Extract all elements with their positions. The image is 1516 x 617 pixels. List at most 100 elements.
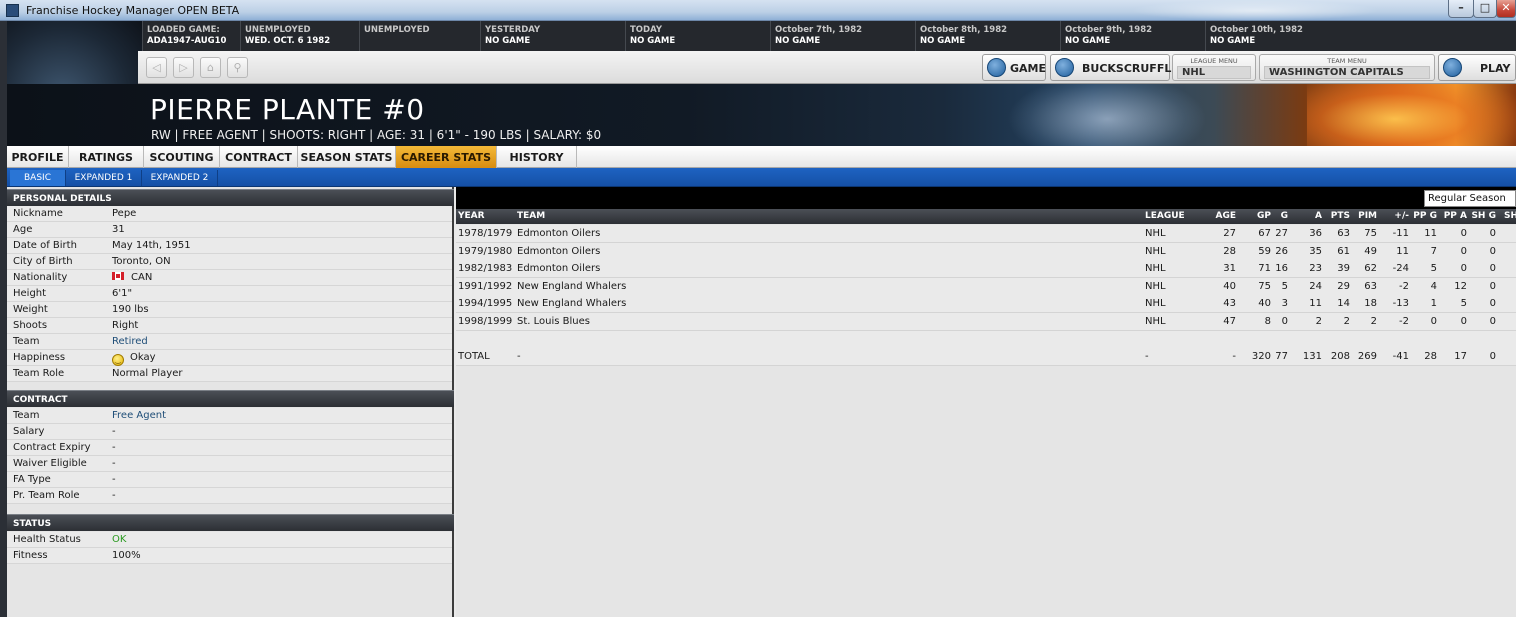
schedule-cell-label: LOADED GAME:	[147, 25, 220, 35]
schedule-cell-value: NO GAME	[485, 36, 531, 46]
column-header-g[interactable]: G	[1266, 211, 1288, 221]
schedule-cell-status[interactable]: UNEMPLOYED	[359, 21, 480, 51]
cell-team: Edmonton Oilers	[517, 228, 601, 239]
subtab-expanded-2[interactable]: EXPANDED 2	[142, 170, 218, 186]
home-button[interactable]: ⌂	[200, 57, 221, 78]
tab-ratings[interactable]: RATINGS	[69, 146, 144, 168]
minimize-button[interactable]: –	[1448, 0, 1474, 18]
forward-button[interactable]: ▷	[173, 57, 194, 78]
personal-row: Team Role Normal Player	[7, 366, 452, 382]
status-row-value-text: OK	[112, 534, 127, 545]
close-button[interactable]: ✕	[1496, 0, 1516, 18]
column-header-pim[interactable]: PIM	[1349, 211, 1377, 221]
cell-year: 1994/1995	[458, 298, 513, 310]
personal-row-label: Height	[13, 288, 47, 299]
column-header-plus-minus[interactable]: +/-	[1381, 211, 1409, 221]
column-header-pp-g[interactable]: PP G	[1412, 211, 1437, 221]
game-button[interactable]: GAME	[982, 54, 1046, 81]
column-header-age[interactable]: AGE	[1206, 211, 1236, 221]
manager-home-button[interactable]: BUCKSCRUFFLE	[1050, 54, 1179, 81]
cell-pp-a: 0	[1460, 245, 1467, 257]
season-type-dropdown[interactable]: Regular Season	[1424, 190, 1516, 207]
game-button-label: GAME	[1010, 62, 1047, 75]
minimize-icon: –	[1458, 1, 1464, 14]
cell-a: 36	[1309, 228, 1322, 239]
cell-pp-a: 0	[1460, 316, 1467, 327]
stats-row[interactable]: 1994/1995 New England Whalers NHL 43 40 3 11 14…	[456, 295, 1516, 314]
schedule-cell-oct10[interactable]: October 10th, 1982 NO GAME	[1205, 21, 1516, 51]
cell-team: Edmonton Oilers	[517, 263, 601, 275]
maximize-button[interactable]: □	[1473, 0, 1497, 18]
player-details-panel: PERSONAL DETAILS Nickname Pepe Age 31 Date o…	[7, 187, 454, 617]
personal-row-value: Right	[112, 320, 138, 331]
schedule-cell-loaded-game[interactable]: LOADED GAME: ADA1947-AUG10	[142, 21, 240, 51]
cell-league: NHL	[1145, 316, 1166, 327]
personal-row-label: Nickname	[13, 208, 63, 219]
tab-season-stats[interactable]: SEASON STATS	[298, 146, 396, 168]
status-row-value: 100%	[112, 550, 141, 561]
personal-row-value: Normal Player	[112, 368, 182, 379]
column-header-pts[interactable]: PTS	[1322, 211, 1350, 221]
tab-history[interactable]: HISTORY	[497, 146, 577, 168]
personal-row-value-text: Retired	[112, 336, 148, 347]
search-icon: ⚲	[233, 61, 242, 74]
contract-row-value[interactable]: Free Agent	[112, 410, 166, 421]
tab-scouting[interactable]: SCOUTING	[144, 146, 220, 168]
subtab-expanded-1[interactable]: EXPANDED 1	[66, 170, 142, 186]
column-header-year[interactable]: YEAR	[458, 211, 513, 221]
personal-row-label: Nationality	[13, 272, 68, 283]
personal-row: Nationality CAN	[7, 270, 452, 286]
personal-row-value-text: CAN	[131, 272, 153, 283]
player-summary: RW | FREE AGENT | SHOOTS: RIGHT | AGE: 3…	[151, 128, 602, 142]
personal-row-value: Toronto, ON	[112, 256, 171, 267]
schedule-cell-date[interactable]: UNEMPLOYED WED. OCT. 6 1982	[240, 21, 359, 51]
schedule-cell-oct8[interactable]: October 8th, 1982 NO GAME	[915, 21, 1060, 51]
schedule-cell-oct9[interactable]: October 9th, 1982 NO GAME	[1060, 21, 1205, 51]
search-button[interactable]: ⚲	[227, 57, 248, 78]
tab-career-stats[interactable]: CAREER STATS	[396, 146, 497, 168]
column-header-league[interactable]: LEAGUE	[1145, 211, 1195, 221]
schedule-cell-oct7[interactable]: October 7th, 1982 NO GAME	[770, 21, 915, 51]
stats-row[interactable]: 1978/1979 Edmonton Oilers NHL 27 67 27 36 63 75-…	[456, 225, 1516, 243]
stats-total-row[interactable]: TOTAL - - -320 77 131 208 269 -41 28 17 0	[456, 348, 1516, 367]
cell-g: 0	[1281, 316, 1288, 327]
column-header-sh-g[interactable]: SH G	[1468, 211, 1496, 221]
schedule-cell-label: YESTERDAY	[485, 25, 541, 35]
column-header-sh[interactable]: SH	[1504, 211, 1516, 221]
contract-row-label: Waiver Eligible	[13, 458, 87, 469]
column-header-team[interactable]: TEAM	[517, 211, 1117, 221]
cell-g: 26	[1275, 245, 1288, 257]
cell-plus-minus: -24	[1392, 263, 1409, 275]
team-menu[interactable]: TEAM MENU WASHINGTON CAPITALS	[1259, 54, 1435, 81]
play-button[interactable]: PLAY	[1438, 54, 1516, 81]
contract-row-value-text: -	[112, 474, 116, 485]
contract-row: Contract Expiry -	[7, 440, 452, 456]
column-header-a[interactable]: A	[1296, 211, 1322, 221]
play-button-label: PLAY	[1480, 62, 1511, 75]
status-row-label: Fitness	[13, 550, 48, 561]
cell-pts: 29	[1337, 280, 1350, 292]
subtab-basic[interactable]: BASIC	[10, 170, 66, 186]
stats-row[interactable]: 1982/1983 Edmonton Oilers NHL 31 71 16 23 39 62-…	[456, 260, 1516, 279]
schedule-cell-yesterday[interactable]: YESTERDAY NO GAME	[480, 21, 625, 51]
contract-row-value: -	[112, 474, 116, 485]
schedule-cell-label: UNEMPLOYED	[245, 25, 311, 35]
column-header-pp-a[interactable]: PP A	[1439, 211, 1467, 221]
canada-flag-icon	[112, 272, 124, 280]
stats-row[interactable]: 1979/1980 Edmonton Oilers NHL 28 59 26 35 61 49 1…	[456, 242, 1516, 261]
schedule-cell-today[interactable]: TODAY NO GAME	[625, 21, 770, 51]
tab-contract[interactable]: CONTRACT	[220, 146, 298, 168]
personal-row: Team Retired	[7, 334, 452, 350]
league-menu[interactable]: LEAGUE MENU NHL	[1172, 54, 1256, 81]
team-menu-caption: TEAM MENU	[1327, 57, 1367, 65]
personal-row-value-text: Pepe	[112, 208, 137, 219]
tab-profile[interactable]: PROFILE	[7, 146, 69, 168]
contract-row-value-text: Free Agent	[112, 410, 166, 421]
stats-row[interactable]: 1998/1999 St. Louis Blues NHL 47 8 0 2 2 2 -2 0 0 0	[456, 313, 1516, 331]
back-button[interactable]: ◁	[146, 57, 167, 78]
personal-row-value[interactable]: Retired	[112, 336, 148, 347]
personal-row: Nickname Pepe	[7, 206, 452, 222]
navigation-toolbar: ◁ ▷ ⌂ ⚲ GAME BUCKSCRUFFLE LEAGUE MENU NH…	[138, 51, 1516, 84]
stats-row[interactable]: 1991/1992 New England Whalers NHL 40 75 5 24 29…	[456, 277, 1516, 296]
player-name: PIERRE PLANTE #0	[150, 93, 425, 126]
